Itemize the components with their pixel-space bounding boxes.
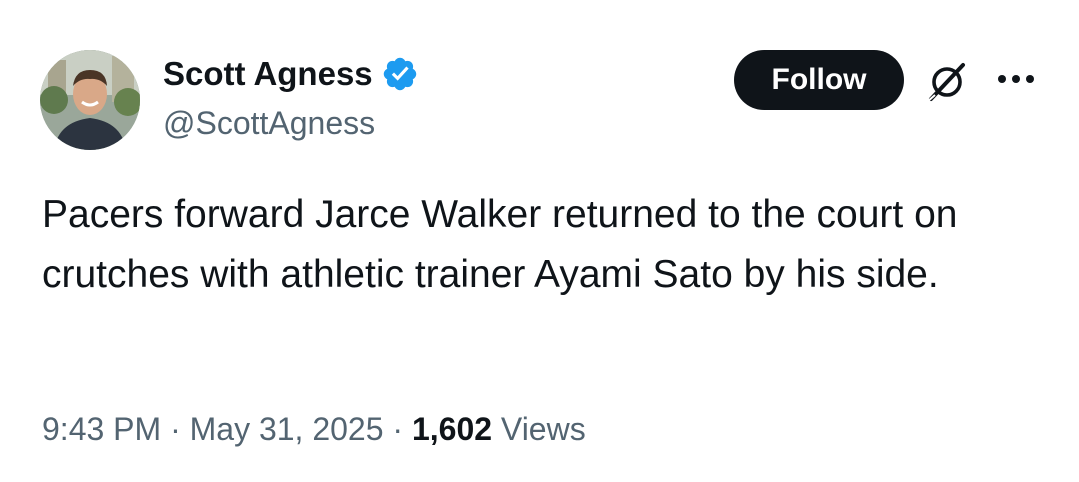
author-name-row: Scott Agness xyxy=(163,54,419,94)
views-label: Views xyxy=(500,411,586,447)
tweet-time[interactable]: 9:43 PM xyxy=(42,411,161,447)
tweet-text: Pacers forward Jarce Walker returned to … xyxy=(42,193,958,296)
avatar[interactable] xyxy=(40,50,140,150)
tweet-meta: 9:43 PM · May 31, 2025 · 1,602 Views xyxy=(42,406,586,452)
grok-icon[interactable] xyxy=(923,58,973,104)
more-horizontal-icon[interactable] xyxy=(994,64,1038,94)
tweet-card: Scott Agness @ScottAgness Follow Pacers … xyxy=(0,0,1079,482)
meta-separator: · xyxy=(170,411,181,447)
author-display-name[interactable]: Scott Agness xyxy=(163,54,373,94)
views-count[interactable]: 1,602 xyxy=(412,411,492,447)
verified-badge-icon[interactable] xyxy=(381,55,419,93)
tweet-date[interactable]: May 31, 2025 xyxy=(190,411,384,447)
follow-button[interactable]: Follow xyxy=(734,50,904,110)
author-handle[interactable]: @ScottAgness xyxy=(163,103,375,143)
meta-separator: · xyxy=(392,411,404,447)
